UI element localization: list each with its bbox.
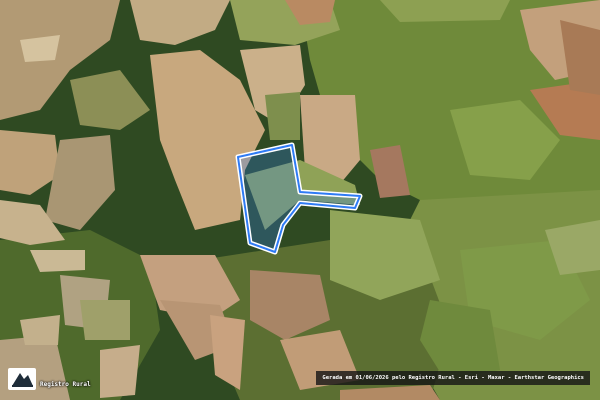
registro-rural-logo-icon bbox=[8, 368, 36, 390]
map-attribution: Gerada em 01/06/2026 pelo Registro Rural… bbox=[316, 371, 590, 385]
registro-rural-logo-text: Registro Rural bbox=[40, 381, 91, 388]
registro-rural-logo[interactable]: Registro Rural bbox=[8, 368, 91, 390]
satellite-terrain bbox=[0, 0, 600, 400]
satellite-map[interactable]: Registro Rural Gerada em 01/06/2026 pelo… bbox=[0, 0, 600, 400]
